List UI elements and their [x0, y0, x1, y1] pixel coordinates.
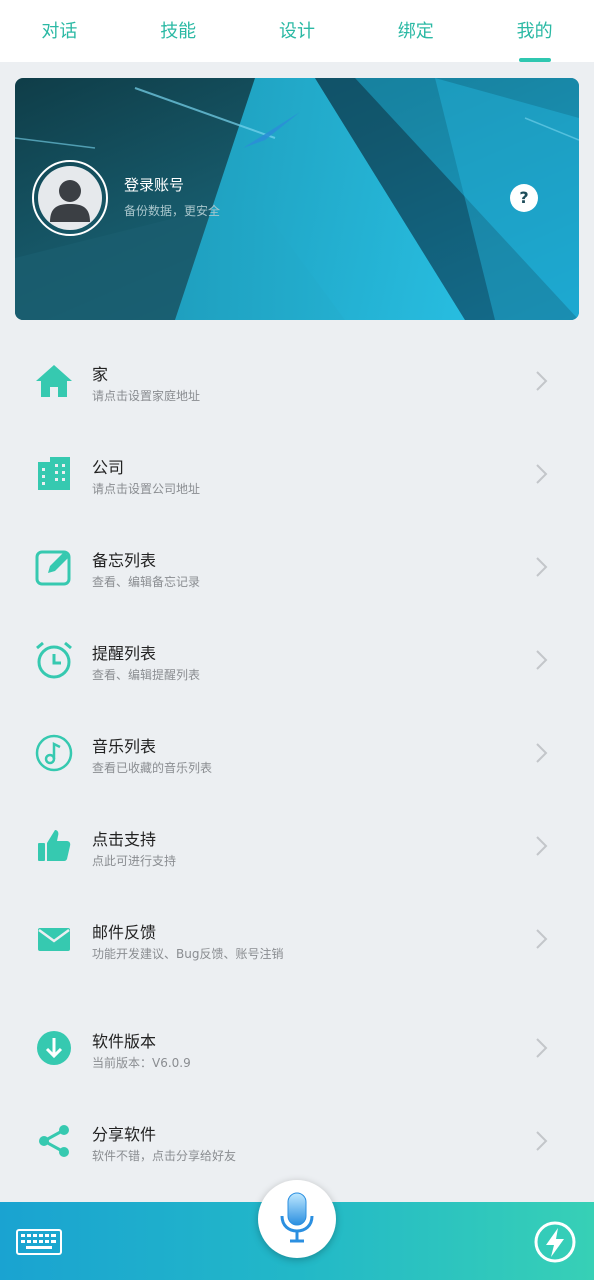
alarm-clock-icon [36, 641, 72, 679]
tab-skills[interactable]: 技能 [119, 0, 238, 62]
menu-item-home[interactable]: 家 请点击设置家庭地址 [0, 341, 594, 421]
chevron-right-icon [536, 557, 548, 577]
menu-item-title: 公司 [92, 458, 125, 477]
menu-item-title: 提醒列表 [92, 644, 157, 663]
tab-chat[interactable]: 对话 [0, 0, 119, 62]
chevron-right-icon [536, 464, 548, 484]
keyboard-icon[interactable] [16, 1229, 62, 1255]
menu-item-software-version[interactable]: 软件版本 当前版本：V6.0.9 [0, 1008, 594, 1088]
menu-item-mail-feedback[interactable]: 邮件反馈 功能开发建议、Bug反馈、账号注销 [0, 899, 594, 979]
user-silhouette-icon [50, 180, 90, 222]
menu-item-subtitle: 软件不错，点击分享给好友 [92, 1149, 237, 1163]
chevron-right-icon [536, 1131, 548, 1151]
tab-label: 对话 [41, 21, 78, 42]
tab-label: 设计 [278, 21, 315, 42]
menu-item-share-software[interactable]: 分享软件 软件不错，点击分享给好友 [0, 1101, 594, 1181]
menu-item-title: 备忘列表 [92, 551, 157, 570]
profile-banner[interactable]: 登录账号 备份数据，更安全 ? [15, 78, 579, 320]
tab-label: 我的 [516, 21, 553, 42]
download-icon [37, 1031, 71, 1065]
menu-item-title: 音乐列表 [92, 737, 157, 756]
tab-bind[interactable]: 绑定 [356, 0, 475, 62]
tab-design[interactable]: 设计 [238, 0, 357, 62]
menu-item-subtitle: 功能开发建议、Bug反馈、账号注销 [92, 947, 284, 961]
share-icon [39, 1125, 69, 1157]
chevron-right-icon [536, 371, 548, 391]
menu-item-title: 点击支持 [92, 830, 157, 849]
mail-icon [38, 928, 70, 951]
menu-item-subtitle: 查看、编辑提醒列表 [92, 668, 201, 682]
menu-item-subtitle: 请点击设置公司地址 [92, 482, 201, 496]
home-icon [36, 365, 72, 397]
login-account-subtitle: 备份数据，更安全 [124, 204, 221, 218]
menu-item-subtitle: 查看、编辑备忘记录 [92, 575, 201, 589]
chevron-right-icon [536, 929, 548, 949]
menu-item-subtitle: 点此可进行支持 [92, 854, 177, 868]
chevron-right-icon [536, 650, 548, 670]
menu-item-subtitle: 查看已收藏的音乐列表 [92, 761, 213, 775]
menu-item-subtitle: 当前版本：V6.0.9 [92, 1056, 191, 1070]
tab-mine[interactable]: 我的 [475, 0, 594, 62]
chevron-right-icon [536, 836, 548, 856]
menu-item-title: 分享软件 [92, 1125, 157, 1144]
chevron-right-icon [536, 743, 548, 763]
menu-item-subtitle: 请点击设置家庭地址 [92, 389, 201, 403]
menu-item-title: 邮件反馈 [92, 923, 157, 942]
menu-item-music-list[interactable]: 音乐列表 查看已收藏的音乐列表 [0, 713, 594, 793]
chevron-right-icon [536, 1038, 548, 1058]
top-tab-bar: 对话 技能 设计 绑定 我的 [0, 0, 594, 62]
tab-label: 技能 [160, 21, 197, 42]
menu-item-reminder-list[interactable]: 提醒列表 查看、编辑提醒列表 [0, 620, 594, 700]
microphone-icon [280, 1192, 314, 1243]
active-tab-indicator [518, 58, 551, 62]
menu-item-title: 软件版本 [92, 1032, 157, 1051]
lightning-icon[interactable] [533, 1220, 577, 1264]
menu-item-memo-list[interactable]: 备忘列表 查看、编辑备忘记录 [0, 527, 594, 607]
building-icon [38, 457, 70, 490]
microphone-button[interactable] [258, 1180, 336, 1258]
avatar[interactable] [32, 160, 108, 236]
tab-label: 绑定 [397, 21, 434, 42]
help-button[interactable]: ? [510, 184, 538, 212]
thumbs-up-icon [38, 830, 71, 861]
menu-item-title: 家 [92, 365, 109, 384]
login-account-title[interactable]: 登录账号 [124, 174, 184, 195]
edit-note-icon [35, 550, 71, 586]
music-note-icon [35, 734, 73, 772]
menu-item-company[interactable]: 公司 请点击设置公司地址 [0, 434, 594, 514]
menu-item-support[interactable]: 点击支持 点此可进行支持 [0, 806, 594, 886]
